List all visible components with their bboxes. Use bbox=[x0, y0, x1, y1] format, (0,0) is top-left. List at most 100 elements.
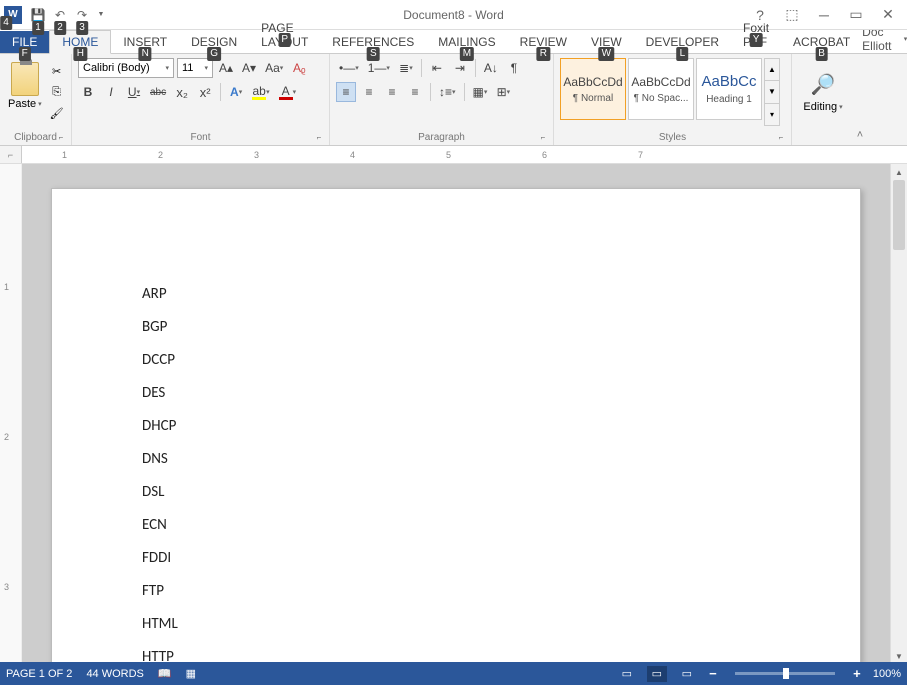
superscript-button[interactable]: x² bbox=[195, 82, 215, 102]
style-no-spacing[interactable]: AaBbCcDd ¶ No Spac... bbox=[628, 58, 694, 120]
paragraph-dialog-launcher[interactable]: ⌐ bbox=[537, 131, 549, 143]
tab-mailings[interactable]: MAILINGSM bbox=[426, 31, 507, 53]
document-line[interactable]: ECN bbox=[142, 516, 770, 534]
gallery-more-button[interactable]: ▾ bbox=[765, 104, 779, 125]
collapse-ribbon-button[interactable]: ˄ bbox=[857, 129, 863, 141]
vertical-scrollbar[interactable]: ▲ ▼ bbox=[890, 164, 907, 664]
grow-font-button[interactable]: A▴ bbox=[216, 58, 236, 78]
status-word-count[interactable]: 44 WORDS bbox=[86, 668, 143, 680]
chevron-down-icon: ▾ bbox=[386, 64, 390, 72]
style-normal[interactable]: AaBbCcDd ¶ Normal bbox=[560, 58, 626, 120]
font-name-combo[interactable]: Calibri (Body)▾ bbox=[78, 58, 174, 78]
tab-references[interactable]: REFERENCESS bbox=[320, 31, 426, 53]
font-name-value: Calibri (Body) bbox=[83, 62, 150, 74]
ribbon-display-button[interactable]: ⬚ bbox=[781, 4, 803, 26]
chevron-down-icon: ▾ bbox=[266, 88, 270, 96]
tab-review[interactable]: REVIEWR bbox=[508, 31, 579, 53]
clear-formatting-button[interactable]: Aᵨ bbox=[289, 58, 309, 78]
format-painter-button[interactable]: 🖌 bbox=[48, 104, 66, 122]
view-print-layout-button[interactable]: ▭ bbox=[647, 666, 667, 682]
zoom-level[interactable]: 100% bbox=[873, 668, 901, 680]
font-size-combo[interactable]: 11▾ bbox=[177, 58, 213, 78]
status-macro[interactable]: ▦ bbox=[186, 667, 196, 680]
decrease-indent-button[interactable]: ⇤ bbox=[427, 58, 447, 78]
ruler-corner[interactable]: ⌐ bbox=[0, 146, 22, 163]
numbering-button[interactable]: 1—▾ bbox=[365, 58, 393, 78]
document-line[interactable]: BGP bbox=[142, 318, 770, 336]
qat-undo-button[interactable]: ↶2 bbox=[50, 5, 70, 25]
justify-icon: ≡ bbox=[411, 85, 418, 99]
status-page[interactable]: PAGE 1 OF 2 bbox=[6, 668, 72, 680]
document-line[interactable]: FTP bbox=[142, 582, 770, 600]
view-read-mode-button[interactable]: ▭ bbox=[617, 666, 637, 682]
styles-dialog-launcher[interactable]: ⌐ bbox=[775, 131, 787, 143]
qat-customize-button[interactable]: ▼4 bbox=[94, 5, 108, 25]
copy-button[interactable]: ⎘ bbox=[48, 83, 66, 101]
document-line[interactable]: DES bbox=[142, 384, 770, 402]
paste-button[interactable]: Paste▾ bbox=[6, 58, 44, 126]
shading-button[interactable]: ▦▾ bbox=[470, 82, 491, 102]
status-proofing[interactable]: 📖 bbox=[158, 667, 172, 680]
style-heading-1[interactable]: AaBbCc Heading 1 bbox=[696, 58, 762, 120]
restore-button[interactable]: ▭ bbox=[845, 4, 867, 26]
italic-button[interactable]: I bbox=[101, 82, 121, 102]
document-line[interactable]: FDDI bbox=[142, 549, 770, 567]
font-color-button[interactable]: A▾ bbox=[276, 82, 300, 102]
sort-button[interactable]: A↓ bbox=[481, 58, 501, 78]
close-button[interactable]: ✕ bbox=[877, 4, 899, 26]
gallery-down-button[interactable]: ▼ bbox=[765, 81, 779, 103]
scroll-thumb[interactable] bbox=[893, 180, 905, 250]
zoom-slider[interactable] bbox=[735, 672, 835, 675]
tab-page-layout[interactable]: PAGE LAYOUTP bbox=[249, 17, 320, 53]
tab-developer[interactable]: DEVELOPERL bbox=[634, 31, 731, 53]
document-line[interactable]: DCCP bbox=[142, 351, 770, 369]
clipboard-dialog-launcher[interactable]: ⌐ bbox=[55, 131, 67, 143]
strikethrough-icon: abc bbox=[150, 87, 166, 98]
editing-button[interactable]: 🔎 Editing▾ bbox=[798, 58, 848, 126]
tab-design[interactable]: DESIGNG bbox=[179, 31, 249, 53]
multilevel-list-button[interactable]: ≣▾ bbox=[396, 58, 416, 78]
highlight-button[interactable]: ab▾ bbox=[249, 82, 273, 102]
tab-insert[interactable]: INSERTN bbox=[111, 31, 179, 53]
document-line[interactable]: ARP bbox=[142, 285, 770, 303]
tab-acrobat[interactable]: ACROBATB bbox=[781, 31, 862, 53]
tab-foxit-pdf[interactable]: Foxit PDFY bbox=[731, 17, 781, 53]
bold-button[interactable]: B bbox=[78, 82, 98, 102]
line-spacing-button[interactable]: ↕≡▾ bbox=[436, 82, 459, 102]
show-hide-button[interactable]: ¶ bbox=[504, 58, 524, 78]
view-web-layout-button[interactable]: ▭ bbox=[677, 666, 697, 682]
align-center-button[interactable]: ≡ bbox=[359, 82, 379, 102]
bullets-button[interactable]: •—▾ bbox=[336, 58, 362, 78]
zoom-out-button[interactable]: − bbox=[707, 666, 719, 681]
subscript-button[interactable]: x₂ bbox=[172, 82, 192, 102]
gallery-up-button[interactable]: ▲ bbox=[765, 59, 779, 81]
qat-save-button[interactable]: 💾1 bbox=[28, 5, 48, 25]
increase-indent-button[interactable]: ⇥ bbox=[450, 58, 470, 78]
document-line[interactable]: HTML bbox=[142, 615, 770, 633]
document-line[interactable]: DHCP bbox=[142, 417, 770, 435]
align-right-button[interactable]: ≡ bbox=[382, 82, 402, 102]
document-line[interactable]: DSL bbox=[142, 483, 770, 501]
document-line[interactable]: DNS bbox=[142, 450, 770, 468]
qat-redo-button[interactable]: ↷3 bbox=[72, 5, 92, 25]
minimize-button[interactable]: ─ bbox=[813, 4, 835, 26]
font-dialog-launcher[interactable]: ⌐ bbox=[313, 131, 325, 143]
strikethrough-button[interactable]: abc bbox=[147, 82, 169, 102]
keytip-developer: L bbox=[677, 47, 689, 61]
page[interactable]: ARPBGPDCCPDESDHCPDNSDSLECNFDDIFTPHTMLHTT… bbox=[51, 188, 861, 664]
separator bbox=[464, 83, 465, 101]
justify-button[interactable]: ≡ bbox=[405, 82, 425, 102]
align-left-button[interactable]: ≡ bbox=[336, 82, 356, 102]
change-case-button[interactable]: Aa▾ bbox=[262, 58, 286, 78]
underline-button[interactable]: U▾ bbox=[124, 82, 144, 102]
zoom-in-button[interactable]: + bbox=[851, 666, 863, 681]
text-effects-button[interactable]: A▾ bbox=[226, 82, 246, 102]
cut-button[interactable]: ✂ bbox=[48, 62, 66, 80]
borders-button[interactable]: ⊞▾ bbox=[493, 82, 513, 102]
zoom-slider-thumb[interactable] bbox=[783, 668, 789, 679]
horizontal-ruler[interactable]: 1234567 bbox=[22, 146, 890, 163]
scroll-up-button[interactable]: ▲ bbox=[891, 164, 907, 180]
vertical-ruler[interactable]: 123 bbox=[0, 164, 22, 664]
shrink-font-button[interactable]: A▾ bbox=[239, 58, 259, 78]
tab-view[interactable]: VIEWW bbox=[579, 31, 634, 53]
